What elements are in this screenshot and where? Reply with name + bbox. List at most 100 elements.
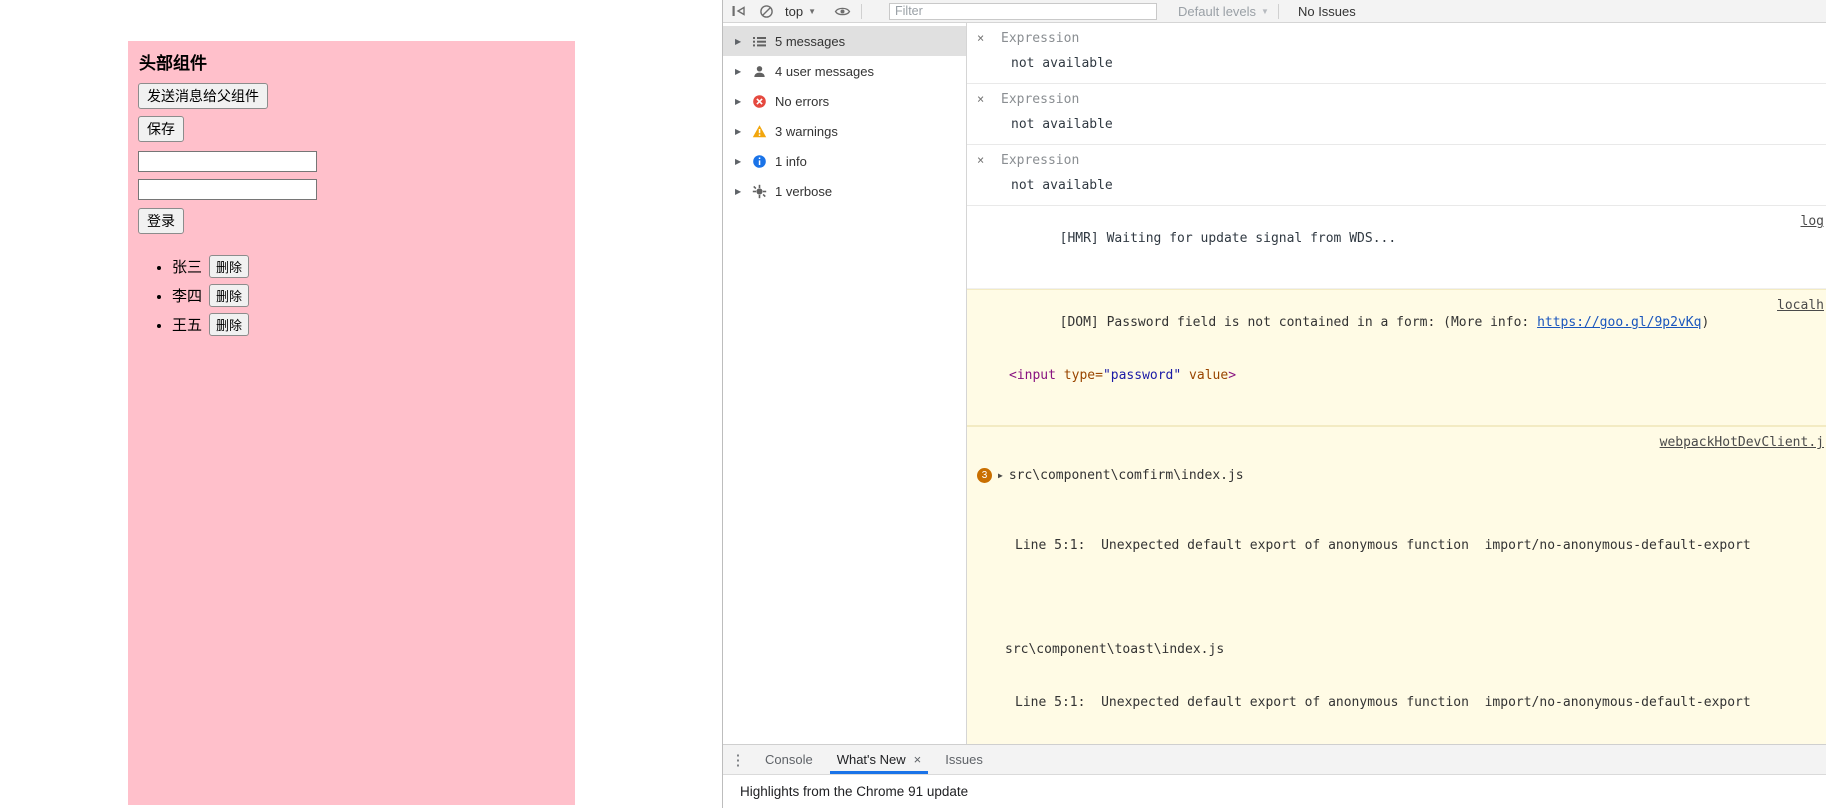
- sidebar-item-errors[interactable]: ▶ No errors: [723, 86, 966, 116]
- create-live-expression-icon[interactable]: [833, 3, 852, 20]
- live-expression: × Expression not available: [967, 84, 1826, 145]
- context-selector-label: top: [785, 3, 804, 19]
- close-icon[interactable]: ×: [914, 752, 922, 767]
- list-item-name: 李四: [172, 288, 203, 305]
- close-icon[interactable]: ×: [977, 153, 984, 167]
- list-item: 王五删除: [172, 313, 565, 336]
- web-page: 头部组件 发送消息给父组件 保存 登录 张三删除 李四删除 王五删除: [0, 0, 722, 808]
- warning-header-row: 3 ▶ src\component\comfirm\index.js: [977, 467, 1706, 484]
- toolbar-separator: [1277, 3, 1279, 19]
- messages-list-icon: [752, 34, 767, 49]
- console-body: ▶ 5 messages ▶ 4 user messages ▶ No erro…: [723, 23, 1826, 744]
- sidebar-item-label: 1 info: [775, 153, 807, 169]
- close-icon[interactable]: ×: [977, 92, 984, 106]
- sidebar-item-verbose[interactable]: ▶ 1 verbose: [723, 176, 966, 206]
- console-toolbar: top ▼ Default levels ▼ No Issues: [723, 0, 1826, 23]
- chevron-down-icon: ▼: [808, 6, 816, 16]
- source-link[interactable]: localh: [1777, 297, 1824, 314]
- header-component-panel: 头部组件 发送消息给父组件 保存 登录 张三删除 李四删除 王五删除: [128, 41, 575, 805]
- more-info-link[interactable]: https://goo.gl/9p2vKq: [1537, 315, 1701, 330]
- chevron-down-icon: ▼: [1261, 6, 1269, 16]
- live-expression-result: not available: [1011, 56, 1113, 71]
- delete-button[interactable]: 删除: [209, 284, 250, 307]
- element-preview[interactable]: <input type="password" value>: [997, 367, 1706, 384]
- warning-file-path: src\component\toast\index.js: [1005, 642, 1225, 657]
- sidebar-item-warnings[interactable]: ▶ 3 warnings: [723, 116, 966, 146]
- tab-label: Console: [765, 752, 813, 767]
- sidebar-item-info[interactable]: ▶ 1 info: [723, 146, 966, 176]
- live-expression-result: not available: [1011, 117, 1113, 132]
- list-item-name: 张三: [172, 259, 203, 276]
- live-expression: × Expression not available: [967, 145, 1826, 206]
- warning-icon: [752, 124, 767, 139]
- issues-counter[interactable]: No Issues: [1298, 4, 1356, 19]
- chevron-right-icon: ▶: [735, 186, 742, 196]
- live-expression-result: not available: [1011, 178, 1113, 193]
- close-icon[interactable]: ×: [977, 31, 984, 45]
- info-icon: [752, 154, 767, 169]
- sidebar-item-label: 3 warnings: [775, 123, 838, 139]
- chevron-right-icon: ▶: [735, 126, 742, 136]
- toolbar-separator: [861, 3, 862, 19]
- drawer-tab-bar: ⋮ Console What's New × Issues: [723, 744, 1826, 775]
- source-link[interactable]: log: [1801, 213, 1824, 230]
- console-sidebar: ▶ 5 messages ▶ 4 user messages ▶ No erro…: [723, 23, 967, 744]
- delete-button[interactable]: 删除: [209, 255, 250, 278]
- console-log-hmr: [HMR] Waiting for update signal from WDS…: [967, 206, 1826, 289]
- sidebar-item-all-messages[interactable]: ▶ 5 messages: [723, 26, 966, 56]
- sidebar-item-label: 5 messages: [775, 33, 846, 49]
- source-link[interactable]: webpackHotDevClient.j: [1660, 434, 1824, 451]
- console-messages-pane: × Expression not available × Expression …: [967, 23, 1826, 744]
- delete-button[interactable]: 删除: [209, 313, 250, 336]
- warning-detail: Line 5:1: Unexpected default export of a…: [1015, 695, 1751, 710]
- user-icon: [752, 64, 767, 79]
- more-tabs-menu-icon[interactable]: ⋮: [723, 745, 753, 774]
- list-item: 张三删除: [172, 255, 565, 278]
- list-item: 李四删除: [172, 284, 565, 307]
- chevron-right-icon: ▶: [735, 36, 742, 46]
- console-warning-dom: [DOM] Password field is not contained in…: [967, 289, 1826, 426]
- live-expression-title[interactable]: Expression: [1001, 92, 1079, 107]
- live-expression-title[interactable]: Expression: [1001, 153, 1079, 168]
- login-button[interactable]: 登录: [138, 208, 184, 234]
- send-message-button[interactable]: 发送消息给父组件: [138, 83, 268, 109]
- sidebar-item-user-messages[interactable]: ▶ 4 user messages: [723, 56, 966, 86]
- verbose-icon: [752, 184, 767, 199]
- chevron-right-icon: ▶: [735, 66, 742, 76]
- warning-file-path: src\component\comfirm\index.js: [1008, 468, 1244, 483]
- sidebar-item-label: 4 user messages: [775, 63, 874, 79]
- tab-issues[interactable]: Issues: [933, 745, 995, 774]
- username-field[interactable]: [138, 151, 317, 172]
- whats-new-title: Highlights from the Chrome 91 update: [740, 784, 969, 799]
- warning-detail: Line 5:1: Unexpected default export of a…: [1015, 538, 1751, 553]
- warning-text: ): [1701, 315, 1718, 330]
- filter-input[interactable]: [889, 2, 1157, 20]
- chevron-right-icon: ▶: [735, 96, 742, 106]
- clear-console-icon[interactable]: [757, 3, 776, 20]
- warning-count-badge: 3: [977, 468, 992, 483]
- password-field[interactable]: [138, 179, 317, 200]
- log-text: [HMR] Waiting for update signal from WDS…: [1059, 231, 1397, 246]
- chevron-right-icon: ▶: [735, 156, 742, 166]
- devtools-panel: top ▼ Default levels ▼ No Issues ▶ 5 mes…: [722, 0, 1826, 808]
- console-sidebar-toggle-icon[interactable]: [729, 3, 748, 20]
- error-icon: [752, 94, 767, 109]
- list-item-name: 王五: [172, 317, 203, 334]
- tab-console[interactable]: Console: [753, 745, 825, 774]
- console-warning-eslint: 3 ▶ src\component\comfirm\index.js webpa…: [967, 426, 1826, 744]
- log-levels-dropdown[interactable]: Default levels ▼: [1178, 4, 1269, 19]
- context-selector[interactable]: top ▼: [785, 4, 816, 19]
- expand-caret-icon[interactable]: ▶: [998, 467, 1003, 484]
- live-expression-title[interactable]: Expression: [1001, 31, 1079, 46]
- log-levels-label: Default levels: [1178, 3, 1257, 19]
- sidebar-item-label: 1 verbose: [775, 183, 833, 199]
- warning-text: [DOM] Password field is not contained in…: [1059, 315, 1538, 330]
- save-button[interactable]: 保存: [138, 116, 184, 142]
- tab-whats-new[interactable]: What's New ×: [825, 745, 934, 774]
- tab-label: What's New: [836, 752, 906, 767]
- tab-label: Issues: [945, 752, 983, 767]
- whats-new-content: Highlights from the Chrome 91 update: [723, 775, 1826, 808]
- page-title: 头部组件: [139, 54, 207, 73]
- live-expression: × Expression not available: [967, 23, 1826, 84]
